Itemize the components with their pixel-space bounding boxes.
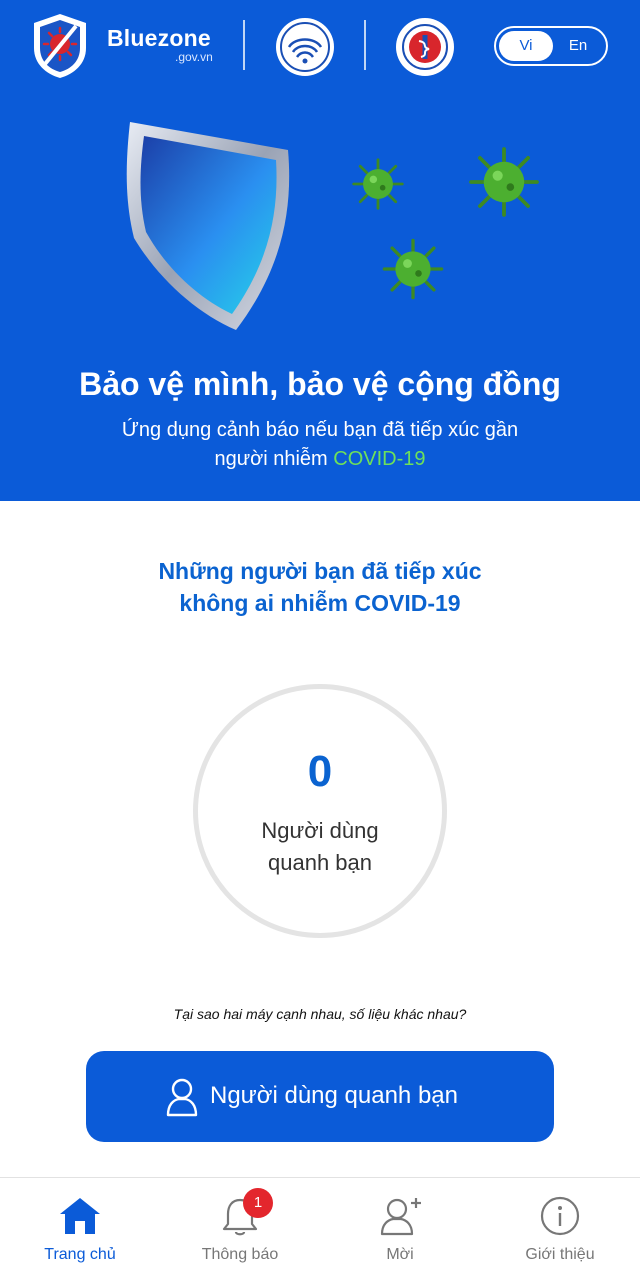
nav-label: Giới thiệu (525, 1246, 595, 1263)
hero-subtitle-text: người nhiễm (214, 448, 334, 470)
nearby-users-button-label: Người dùng quanh bạn (210, 1082, 458, 1109)
nav-label: Thông báo (201, 1246, 279, 1263)
nearby-users-button[interactable]: Người dùng quanh bạn (86, 1051, 554, 1142)
add-user-icon (380, 1198, 421, 1236)
bluezone-logo (34, 14, 86, 78)
brand-name: Bluezone (107, 25, 211, 51)
count-label-line: Người dùng (261, 818, 379, 843)
home-icon (60, 1198, 100, 1234)
hero-subtitle-line: người nhiễm COVID-19 (0, 445, 640, 474)
hero-banner: Bluezone .gov.vn Vi En Bảo vệ mình, bảo … (0, 0, 640, 501)
info-icon (540, 1196, 580, 1236)
bottom-navigation: Trang chủ 1 Thông báo Mời Giới thiệu (0, 1177, 640, 1280)
why-numbers-differ-link[interactable]: Tại sao hai máy cạnh nhau, số liệu khác … (0, 1006, 640, 1022)
brand-domain: .gov.vn (175, 50, 213, 64)
hero-title: Bảo vệ mình, bảo vệ cộng đồng (79, 366, 561, 402)
notification-badge: 1 (243, 1188, 273, 1218)
nearby-users-counter: 0 Người dùng quanh bạn (193, 684, 447, 938)
count-label-line: quanh bạn (268, 850, 372, 875)
language-option-en[interactable]: En (551, 31, 605, 61)
hero-subtitle: Ứng dụng cảnh báo nếu bạn đã tiếp xúc gầ… (0, 416, 640, 474)
ministry-ict-emblem (276, 18, 334, 76)
virus-icon (469, 147, 539, 217)
nav-item-notifications[interactable]: 1 Thông báo (160, 1178, 320, 1280)
nav-item-invite[interactable]: Mời (320, 1178, 480, 1280)
nearby-users-count: 0 (307, 747, 333, 796)
nearby-users-label: Người dùng quanh bạn (198, 815, 442, 879)
ministry-health-emblem (396, 18, 454, 76)
app-header: Bluezone .gov.vn Vi En (0, 0, 640, 95)
virus-icon (352, 158, 404, 210)
headline-line: không ai nhiễm COVID-19 (179, 590, 461, 616)
language-toggle: Vi En (494, 26, 608, 66)
header-divider (364, 20, 366, 70)
language-option-vi[interactable]: Vi (499, 31, 553, 61)
nav-item-about[interactable]: Giới thiệu (480, 1178, 640, 1280)
headline-line: Những người bạn đã tiếp xúc (158, 558, 482, 584)
virus-icon (382, 238, 444, 300)
contact-status-headline: Những người bạn đã tiếp xúc không ai nhi… (0, 555, 640, 619)
shield-illustration (126, 122, 290, 330)
nav-label: Mời (386, 1246, 414, 1263)
covid-highlight: COVID-19 (333, 448, 426, 470)
nav-item-home[interactable]: Trang chủ (0, 1178, 160, 1280)
nav-label: Trang chủ (44, 1246, 116, 1263)
user-icon (166, 1078, 198, 1117)
hero-subtitle-line: Ứng dụng cảnh báo nếu bạn đã tiếp xúc gầ… (121, 419, 519, 441)
header-divider (243, 20, 245, 70)
